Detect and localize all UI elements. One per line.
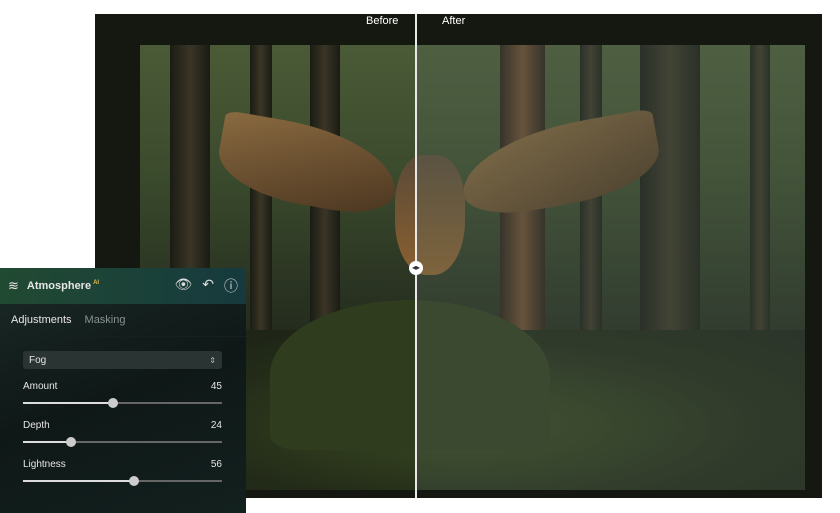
- amount-slider[interactable]: [23, 398, 222, 408]
- tab-adjustments[interactable]: Adjustments: [11, 314, 72, 326]
- amount-slider-group: Amount 45: [23, 381, 222, 408]
- depth-label: Depth: [23, 420, 50, 431]
- depth-slider-thumb[interactable]: [65, 437, 76, 447]
- atmosphere-panel: ≋ Atmosphere AI 👁︎ ↶ ⓘ Adjustments Maskin…: [0, 268, 246, 513]
- lightness-value: 56: [210, 459, 222, 470]
- preset-select[interactable]: Fog ⇕: [23, 351, 222, 369]
- depth-slider-group: Depth 24: [23, 420, 222, 447]
- amount-label: Amount: [23, 381, 58, 392]
- compare-divider[interactable]: [415, 14, 417, 498]
- after-label: After: [442, 15, 466, 27]
- amount-slider-thumb[interactable]: [107, 398, 118, 408]
- atmosphere-icon: ≋: [8, 278, 19, 293]
- lightness-slider-thumb[interactable]: [129, 476, 140, 486]
- amount-value: 45: [210, 381, 222, 392]
- info-icon[interactable]: ⓘ: [224, 276, 238, 296]
- visibility-eye-icon[interactable]: 👁︎: [174, 276, 192, 296]
- chevron-updown-icon: ⇕: [209, 355, 216, 365]
- depth-slider[interactable]: [23, 437, 222, 447]
- panel-header: ≋ Atmosphere AI 👁︎ ↶ ⓘ: [0, 268, 246, 304]
- compare-handle[interactable]: ◂▸: [409, 261, 423, 275]
- before-label: Before: [366, 15, 399, 27]
- ai-badge: AI: [93, 280, 100, 287]
- panel-title: Atmosphere AI: [26, 280, 100, 292]
- lightness-slider[interactable]: [23, 476, 222, 486]
- lightness-slider-group: Lightness 56: [23, 459, 222, 486]
- lightness-label: Lightness: [23, 459, 66, 470]
- preset-value: Fog: [29, 354, 47, 366]
- depth-value: 24: [210, 420, 222, 431]
- reset-undo-icon[interactable]: ↶: [202, 276, 214, 296]
- tab-masking[interactable]: Masking: [85, 314, 126, 326]
